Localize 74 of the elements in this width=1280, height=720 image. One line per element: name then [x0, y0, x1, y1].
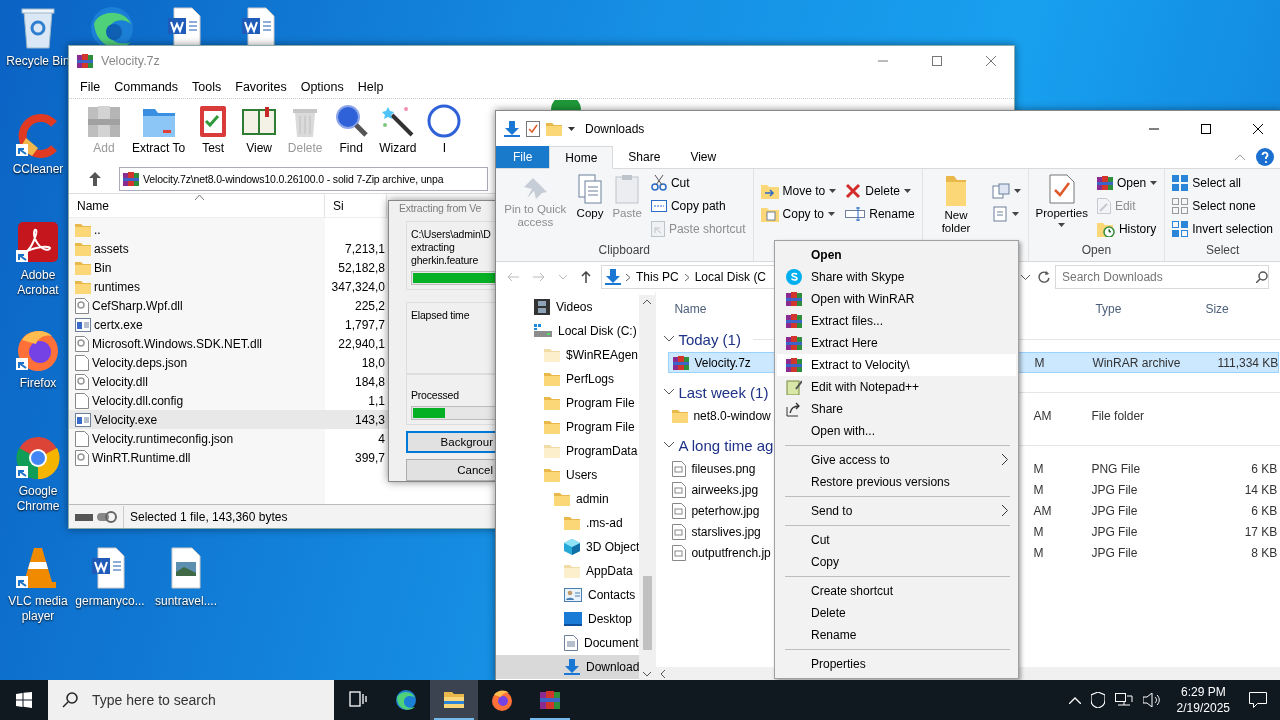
- file-date: M: [1033, 545, 1044, 560]
- desktop-icon-label: germanyco...: [75, 594, 145, 609]
- file-size: 1,1: [368, 393, 385, 408]
- ribbon-group-label: Open: [1081, 243, 1112, 257]
- dialog-text: extracting: [411, 241, 456, 254]
- path-text: Velocity.7z\net8.0-windows10.0.26100.0 - solid 7-Zip archive, unpa: [143, 172, 444, 185]
- status-text: Selected 1 file, 143,360 bytes: [130, 509, 288, 524]
- file-name: Velocity.7z: [694, 355, 751, 370]
- elapsed-label: Elapsed time: [411, 309, 471, 322]
- file-type: JPG File: [1091, 524, 1138, 539]
- file-size: 6 KB: [1251, 503, 1278, 518]
- dialog-text: C:\Users\admin\D: [411, 228, 492, 241]
- ribbon-group-label: Clipboard: [598, 243, 650, 257]
- file-date: M: [1033, 524, 1044, 539]
- file-size: 8 KB: [1251, 545, 1278, 560]
- file-name: Velocity.dll.config: [92, 393, 184, 408]
- file-size: 17 KB: [1244, 524, 1278, 539]
- dialog-text: gherkin.feature: [411, 254, 480, 267]
- file-size: 1,797,7: [344, 317, 385, 332]
- file-name: Velocity.deps.json: [92, 355, 188, 370]
- file-name: Velocity.exe: [94, 412, 158, 427]
- file-size: 4: [378, 431, 385, 446]
- file-size: 225,2: [354, 298, 385, 313]
- file-name: ..: [94, 222, 101, 237]
- clock-date: 2/19/2025: [1176, 700, 1230, 716]
- dialog-title: Extracting from Ve: [398, 201, 483, 215]
- file-date: M: [1033, 461, 1044, 476]
- file-name: WinRT.Runtime.dll: [92, 450, 191, 465]
- window-title: Velocity.7z: [101, 54, 161, 68]
- clock-time: 6:29 PM: [1180, 684, 1226, 700]
- file-date: M: [1034, 355, 1045, 370]
- desktop-icon-label: Firefox: [19, 376, 57, 391]
- file-name: Velocity.dll: [92, 374, 148, 389]
- file-name: Microsoft.Windows.SDK.NET.dll: [92, 336, 263, 351]
- file-type: JPG File: [1091, 482, 1138, 497]
- file-size: 143,3: [354, 412, 385, 427]
- file-size: 7,213,1: [344, 241, 385, 256]
- ribbon-group-label: Select: [1205, 243, 1240, 257]
- file-size: 14 KB: [1244, 482, 1278, 497]
- desktop-icon-label: CCleaner: [12, 162, 64, 177]
- file-name: peterhow.jpg: [691, 503, 760, 518]
- desktop-icon-label: VLC media player: [7, 594, 69, 624]
- file-size: 22,940,1: [338, 336, 385, 351]
- file-name: assets: [94, 241, 129, 256]
- file-date: AM: [1033, 503, 1052, 518]
- window-title: Downloads: [584, 121, 646, 136]
- file-size: 52,182,8: [338, 260, 385, 275]
- file-name: airweeks.jpg: [691, 482, 759, 497]
- file-size: 347,324,0: [331, 279, 385, 294]
- file-type: JPG File: [1091, 503, 1138, 518]
- file-name: fileuses.png: [691, 461, 756, 476]
- file-name: Bin: [94, 260, 112, 275]
- file-size: 184,8: [354, 374, 385, 389]
- file-size: 18,0: [361, 355, 385, 370]
- file-size: 6 KB: [1251, 461, 1278, 476]
- file-name: runtimes: [94, 279, 140, 294]
- file-date: AM: [1033, 408, 1052, 423]
- file-type: PNG File: [1091, 461, 1141, 476]
- desktop-icon-label: Adobe Acrobat: [16, 268, 60, 298]
- file-name: Velocity.runtimeconfig.json: [92, 431, 234, 446]
- file-size: 111,334 KB: [1217, 355, 1279, 370]
- file-type: File folder: [1091, 408, 1145, 423]
- file-type: WinRAR archive: [1092, 355, 1181, 370]
- file-name: net8.0-window: [693, 408, 771, 423]
- file-name: starslives.jpg: [691, 524, 761, 539]
- desktop-icon-label: suntravel....: [155, 594, 217, 609]
- file-name: outputfrench.jp: [691, 545, 771, 560]
- file-size: 399,7: [354, 450, 385, 465]
- file-name: certx.exe: [94, 317, 143, 332]
- desktop-icon-label: Google Chrome: [15, 484, 61, 514]
- processed-label: Processed: [411, 389, 460, 402]
- file-type: JPG File: [1091, 545, 1138, 560]
- file-name: CefSharp.Wpf.dll: [92, 298, 183, 313]
- file-date: M: [1033, 482, 1044, 497]
